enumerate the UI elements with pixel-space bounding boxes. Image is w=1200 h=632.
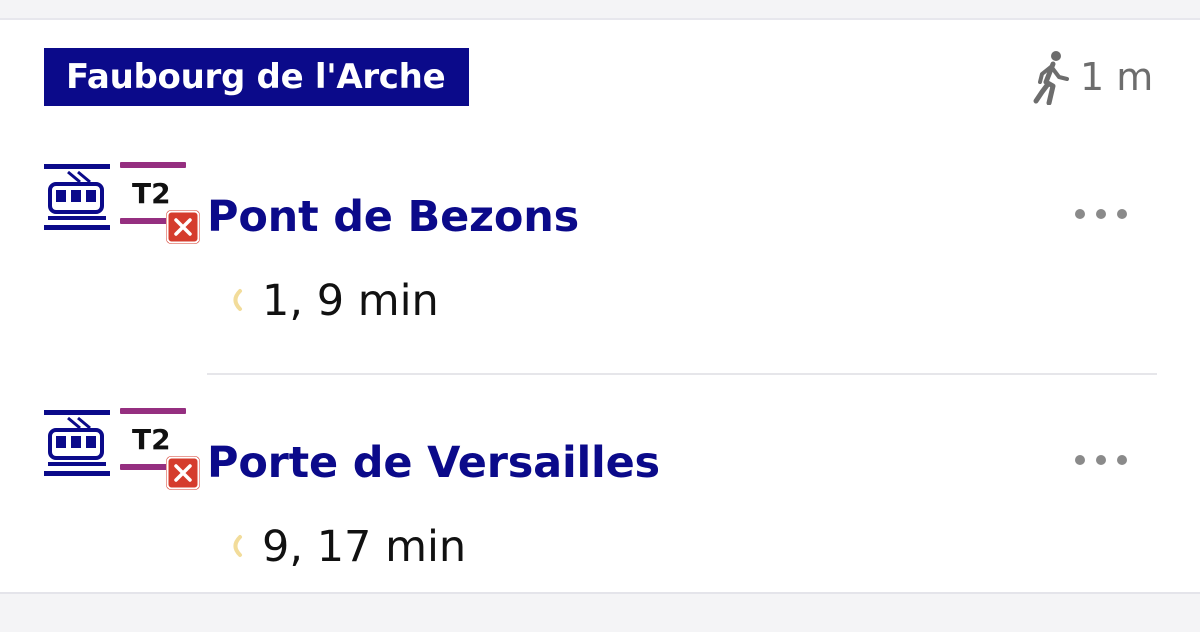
realtime-signal-icon	[233, 535, 242, 557]
tram-icon	[44, 164, 110, 230]
line-badge: T2	[118, 408, 200, 490]
more-dot	[1117, 455, 1127, 465]
walking-person-icon	[1033, 51, 1069, 105]
departure-row[interactable]: T2 Pont de Bezons 1, 9 min	[0, 140, 1200, 340]
tram-icon	[44, 410, 110, 476]
stop-name-badge[interactable]: Faubourg de l'Arche	[44, 48, 469, 106]
line-color-bar	[120, 162, 186, 168]
top-strip	[0, 0, 1200, 20]
disruption-x-icon	[166, 210, 200, 244]
departure-row[interactable]: T2 Porte de Versailles 9, 17 min	[0, 386, 1200, 586]
line-code: T2	[132, 423, 171, 456]
line-color-bar	[120, 464, 172, 470]
more-dot	[1096, 209, 1106, 219]
departure-times: 9, 17 min	[262, 522, 467, 572]
realtime-signal-icon	[233, 289, 242, 311]
walking-distance-text: 1 m	[1080, 55, 1154, 99]
direction-name: Porte de Versailles	[207, 438, 660, 488]
line-code: T2	[132, 177, 171, 210]
walking-distance: 1 m	[1032, 48, 1153, 106]
more-dot	[1096, 455, 1106, 465]
stop-name: Faubourg de l'Arche	[66, 57, 446, 97]
more-dot	[1075, 209, 1085, 219]
row-divider	[207, 373, 1157, 375]
direction-name: Pont de Bezons	[207, 192, 580, 242]
departure-times: 1, 9 min	[262, 276, 439, 326]
line-color-bar	[120, 218, 172, 224]
stop-card: Faubourg de l'Arche 1 m T2 Pont de Bezon…	[0, 20, 1200, 592]
more-options-button[interactable]	[1075, 446, 1127, 474]
more-dot	[1117, 209, 1127, 219]
bottom-strip	[0, 592, 1200, 632]
more-options-button[interactable]	[1075, 200, 1127, 228]
line-badge: T2	[118, 162, 200, 244]
disruption-x-icon	[166, 456, 200, 490]
line-color-bar	[120, 408, 186, 414]
more-dot	[1075, 455, 1085, 465]
